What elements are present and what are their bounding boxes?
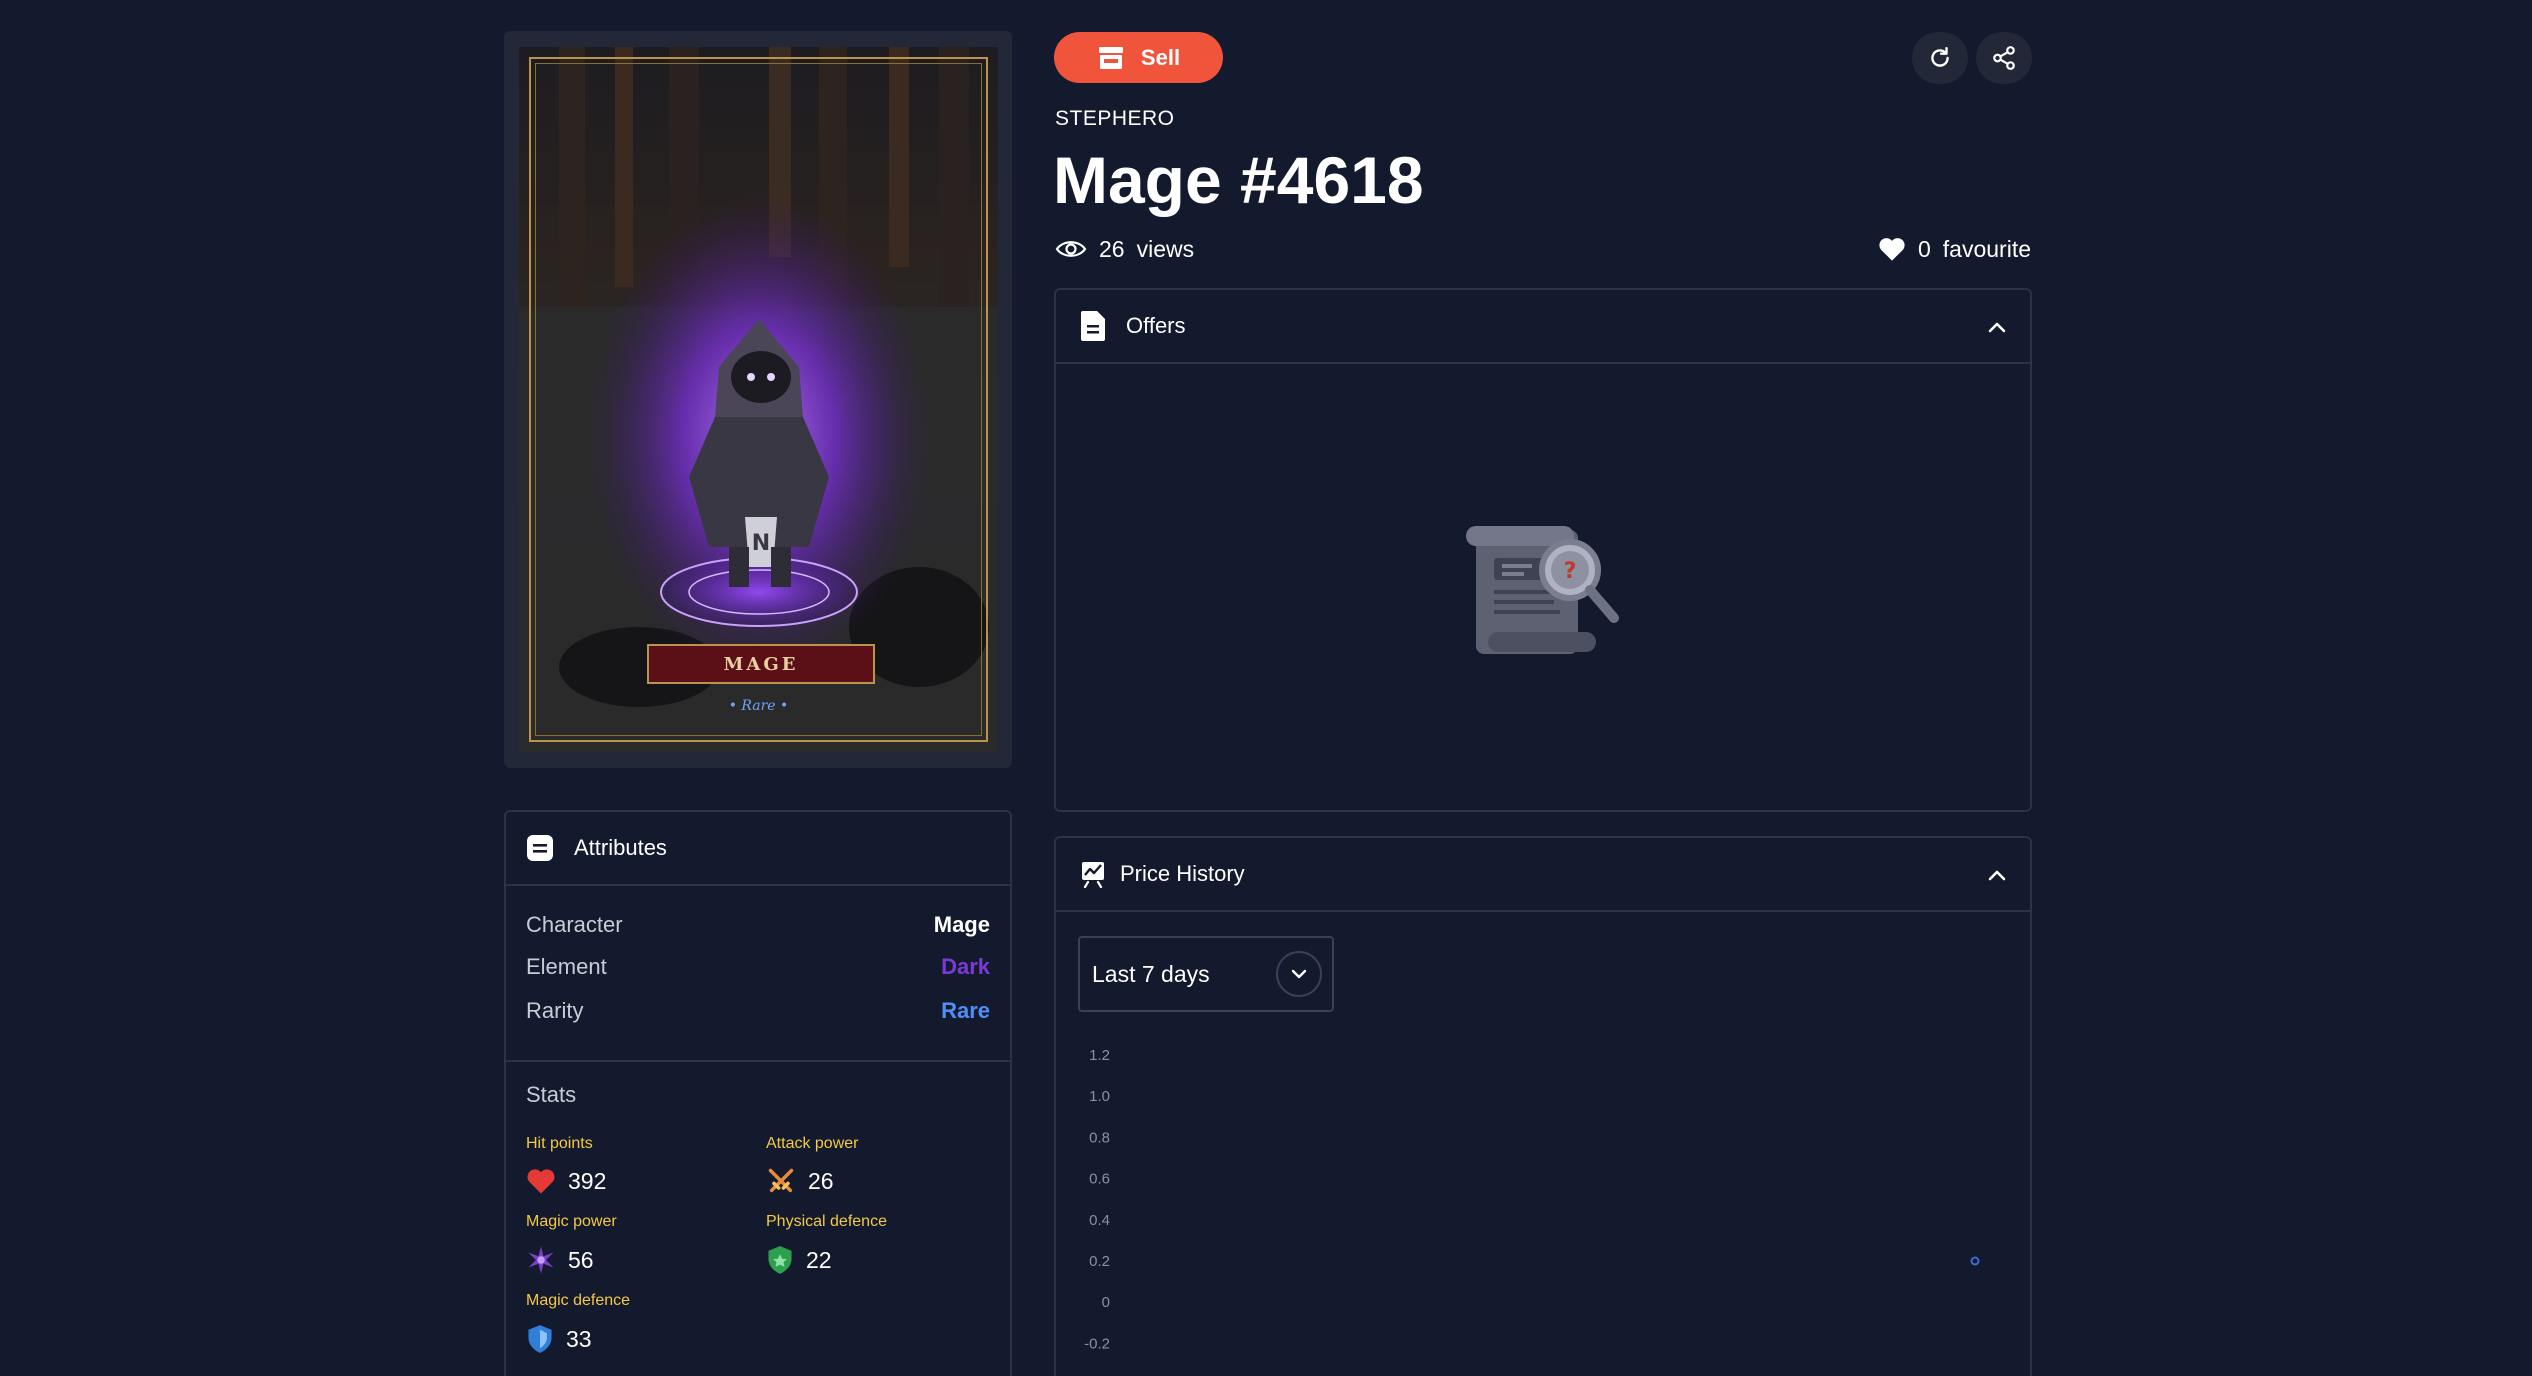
green-shield-icon [768, 1246, 792, 1274]
stat-attack-power: Attack power 26 [766, 1135, 858, 1195]
svg-text:N: N [752, 531, 770, 556]
price-history-header[interactable]: Price History [1056, 838, 2030, 912]
attribute-value: Rare [941, 998, 990, 1023]
stat-label: Magic power [526, 1213, 617, 1230]
stat-magic-power: Magic power 56 [526, 1213, 617, 1275]
crossed-swords-icon [768, 1168, 794, 1193]
offers-panel: Offers ? [1054, 288, 2032, 812]
price-history-title: Price History [1120, 861, 1245, 886]
blue-shield-icon [528, 1325, 552, 1353]
y-tick-label: -0.2 [1084, 1335, 1110, 1352]
attributes-panel: Attributes Character Mage Element Dark R… [504, 810, 1012, 1376]
attribute-value: Mage [933, 912, 990, 937]
svg-text:?: ? [1564, 559, 1577, 584]
magic-star-icon [528, 1246, 554, 1274]
price-history-collapse-chevron[interactable] [1986, 864, 2008, 886]
stat-label: Attack power [766, 1135, 859, 1152]
y-tick-label: 0.2 [1089, 1253, 1110, 1270]
heart-icon [527, 1169, 555, 1194]
heart-icon [1879, 238, 1905, 261]
share-icon [1993, 46, 2015, 70]
stat-value: 392 [568, 1167, 607, 1194]
stat-value: 26 [808, 1167, 834, 1194]
views-label: views [1136, 235, 1195, 262]
stat-value: 22 [806, 1246, 832, 1273]
attribute-row-rarity: Rarity Rare [526, 994, 990, 1028]
offers-header[interactable]: Offers [1056, 290, 2030, 364]
attribute-key: Element [526, 954, 607, 979]
y-tick-label: 0.8 [1089, 1129, 1110, 1146]
collection-name[interactable]: STEPHERO [1055, 107, 1175, 131]
time-range-value: Last 7 days [1092, 960, 1210, 987]
stat-hit-points: Hit points 392 [526, 1135, 606, 1195]
stat-label: Magic defence [526, 1292, 631, 1309]
attribute-value: Dark [941, 954, 990, 979]
views-counter: 26 views [1055, 232, 1194, 266]
attribute-row-character: Character Mage [526, 908, 990, 942]
price-history-panel: Price History Last 7 days 1.2 1.0 0.8 0.6 0.… [1054, 836, 2032, 1376]
store-icon [1098, 46, 1123, 69]
price-data-point[interactable] [1970, 1256, 1980, 1266]
y-tick-label: 0.4 [1089, 1212, 1110, 1229]
stat-magic-defence: Magic defence 33 [526, 1292, 630, 1354]
y-tick-label: 1.2 [1089, 1047, 1110, 1064]
chevron-up-icon [1988, 322, 2006, 333]
eye-icon [1055, 241, 1087, 257]
document-icon [1081, 311, 1105, 341]
y-tick-label: 1.0 [1089, 1088, 1110, 1105]
stats-title: Stats [526, 1082, 577, 1107]
stats-divider [506, 1060, 1010, 1062]
nft-card-image[interactable]: N MAGE • Rare • [519, 47, 998, 752]
chevron-down-icon [1291, 969, 1307, 979]
attribute-row-element: Element Dark [526, 950, 990, 984]
attribute-key: Character [526, 912, 623, 937]
attributes-header: Attributes [506, 812, 1010, 886]
stat-label: Hit points [526, 1135, 593, 1152]
y-tick-label: 0.6 [1089, 1171, 1110, 1188]
stat-label: Physical defence [766, 1213, 887, 1230]
time-range-dropdown-button[interactable] [1276, 951, 1322, 997]
stat-value: 33 [566, 1325, 592, 1352]
attributes-title: Attributes [574, 835, 667, 860]
chart-icon [1082, 862, 1104, 888]
sell-label: Sell [1140, 44, 1181, 70]
share-button[interactable] [1976, 32, 2032, 84]
chevron-up-icon [1988, 870, 2006, 881]
stat-value: 56 [568, 1246, 594, 1273]
y-tick-label: 0 [1102, 1294, 1110, 1311]
offers-title: Offers [1126, 313, 1186, 338]
no-offers-illustration-icon: ? [1466, 526, 1619, 654]
sell-button[interactable]: Sell [1054, 32, 1223, 83]
favourite-counter[interactable]: 0 favourite [1878, 232, 2031, 266]
stat-physical-defence: Physical defence 22 [766, 1213, 887, 1275]
offers-collapse-chevron[interactable] [1986, 316, 2008, 338]
time-range-select[interactable]: Last 7 days [1078, 936, 1334, 1012]
list-icon [527, 835, 553, 861]
refresh-button[interactable] [1912, 32, 1968, 84]
views-count: 26 [1099, 235, 1125, 262]
favourite-count: 0 [1917, 235, 1931, 262]
card-name-banner: MAGE [647, 644, 875, 684]
attribute-key: Rarity [526, 998, 584, 1023]
page-title: Mage #4618 [1053, 143, 1424, 217]
refresh-icon [1931, 47, 1949, 67]
favourite-label: favourite [1942, 235, 2031, 262]
price-history-chart: 1.21.00.80.60.40.20-0.2-0.4 [1084, 1047, 1980, 1352]
card-rarity-caption: • Rare • [728, 698, 789, 714]
nft-detail-page: N MAGE • Rare • Sell STEPHERO Mage #4618… [0, 0, 2532, 1376]
